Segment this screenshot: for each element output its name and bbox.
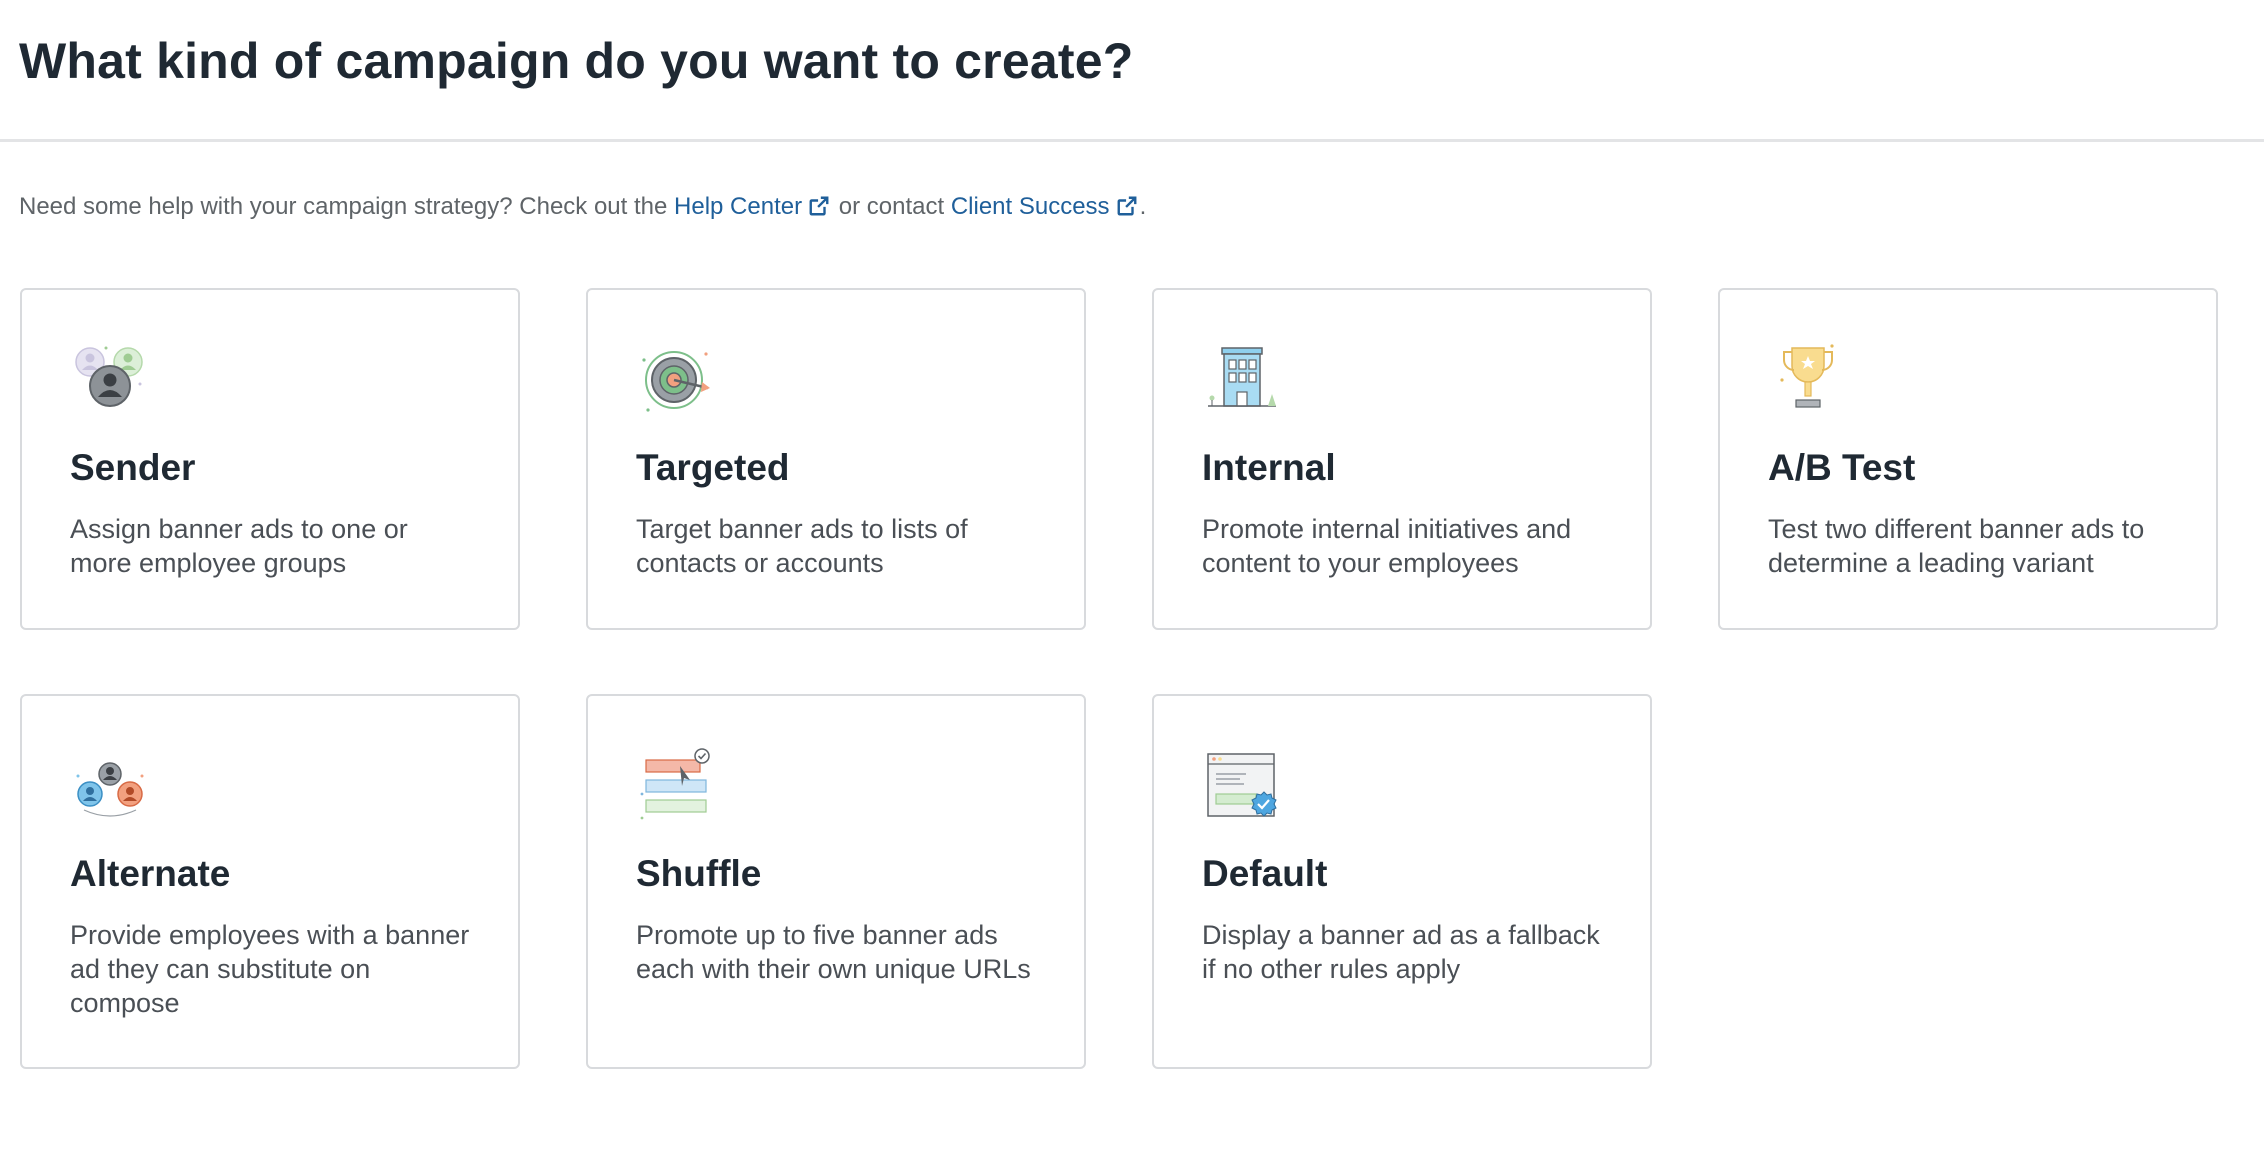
page-header: What kind of campaign do you want to cre…: [0, 0, 2264, 142]
campaign-card-sender[interactable]: Sender Assign banner ads to one or more …: [20, 288, 520, 630]
building-icon: [1208, 347, 1276, 407]
alternate-people-icon: [76, 762, 144, 817]
external-link-icon: [809, 196, 829, 216]
card-description: Promote up to five banner ads each with …: [636, 920, 1031, 984]
card-title: Alternate: [70, 853, 231, 894]
card-description: Promote internal initiatives and content…: [1202, 514, 1572, 578]
people-group-icon: [75, 346, 143, 407]
campaign-card-ab-test[interactable]: A/B Test Test two different banner ads t…: [1718, 288, 2218, 630]
page-title: What kind of campaign do you want to cre…: [19, 33, 1134, 89]
shuffle-banners-icon: [640, 748, 710, 820]
help-center-link[interactable]: Help Center: [674, 193, 832, 220]
help-text: Need some help with your campaign strate…: [19, 193, 1146, 221]
client-success-link-label: Client Success: [950, 193, 1110, 220]
card-title: Sender: [70, 447, 196, 488]
client-success-link[interactable]: Client Success: [951, 193, 1140, 220]
trophy-icon: [1780, 344, 1834, 408]
external-link-icon: [1117, 196, 1137, 216]
default-browser-icon: [1207, 753, 1277, 817]
card-description: Provide employees with a banner ad they …: [70, 920, 470, 1018]
help-text-middle: or contact: [832, 193, 951, 220]
campaign-card-shuffle[interactable]: Shuffle Promote up to five banner ads ea…: [586, 694, 1086, 1069]
campaign-card-internal[interactable]: Internal Promote internal initiatives an…: [1152, 288, 1652, 630]
card-title: Targeted: [636, 447, 790, 488]
campaign-card-alternate[interactable]: Alternate Provide employees with a banne…: [20, 694, 520, 1069]
card-description: Test two different banner ads to determi…: [1768, 514, 2145, 578]
help-text-suffix: .: [1139, 193, 1147, 220]
card-title: Shuffle: [636, 853, 762, 894]
help-text-prefix: Need some help with your campaign strate…: [19, 193, 675, 220]
card-title: Default: [1202, 853, 1328, 894]
campaign-card-default[interactable]: Default Display a banner ad as a fallbac…: [1152, 694, 1652, 1069]
target-icon: [642, 351, 710, 412]
help-center-link-label: Help Center: [674, 193, 803, 220]
card-description: Target banner ads to lists of contacts o…: [636, 514, 968, 578]
card-description: Assign banner ads to one or more employe…: [70, 514, 408, 578]
campaign-card-targeted[interactable]: Targeted Target banner ads to lists of c…: [586, 288, 1086, 630]
card-description: Display a banner ad as a fallback if no …: [1202, 920, 1600, 984]
card-title: Internal: [1202, 447, 1336, 488]
card-title: A/B Test: [1768, 447, 1916, 488]
